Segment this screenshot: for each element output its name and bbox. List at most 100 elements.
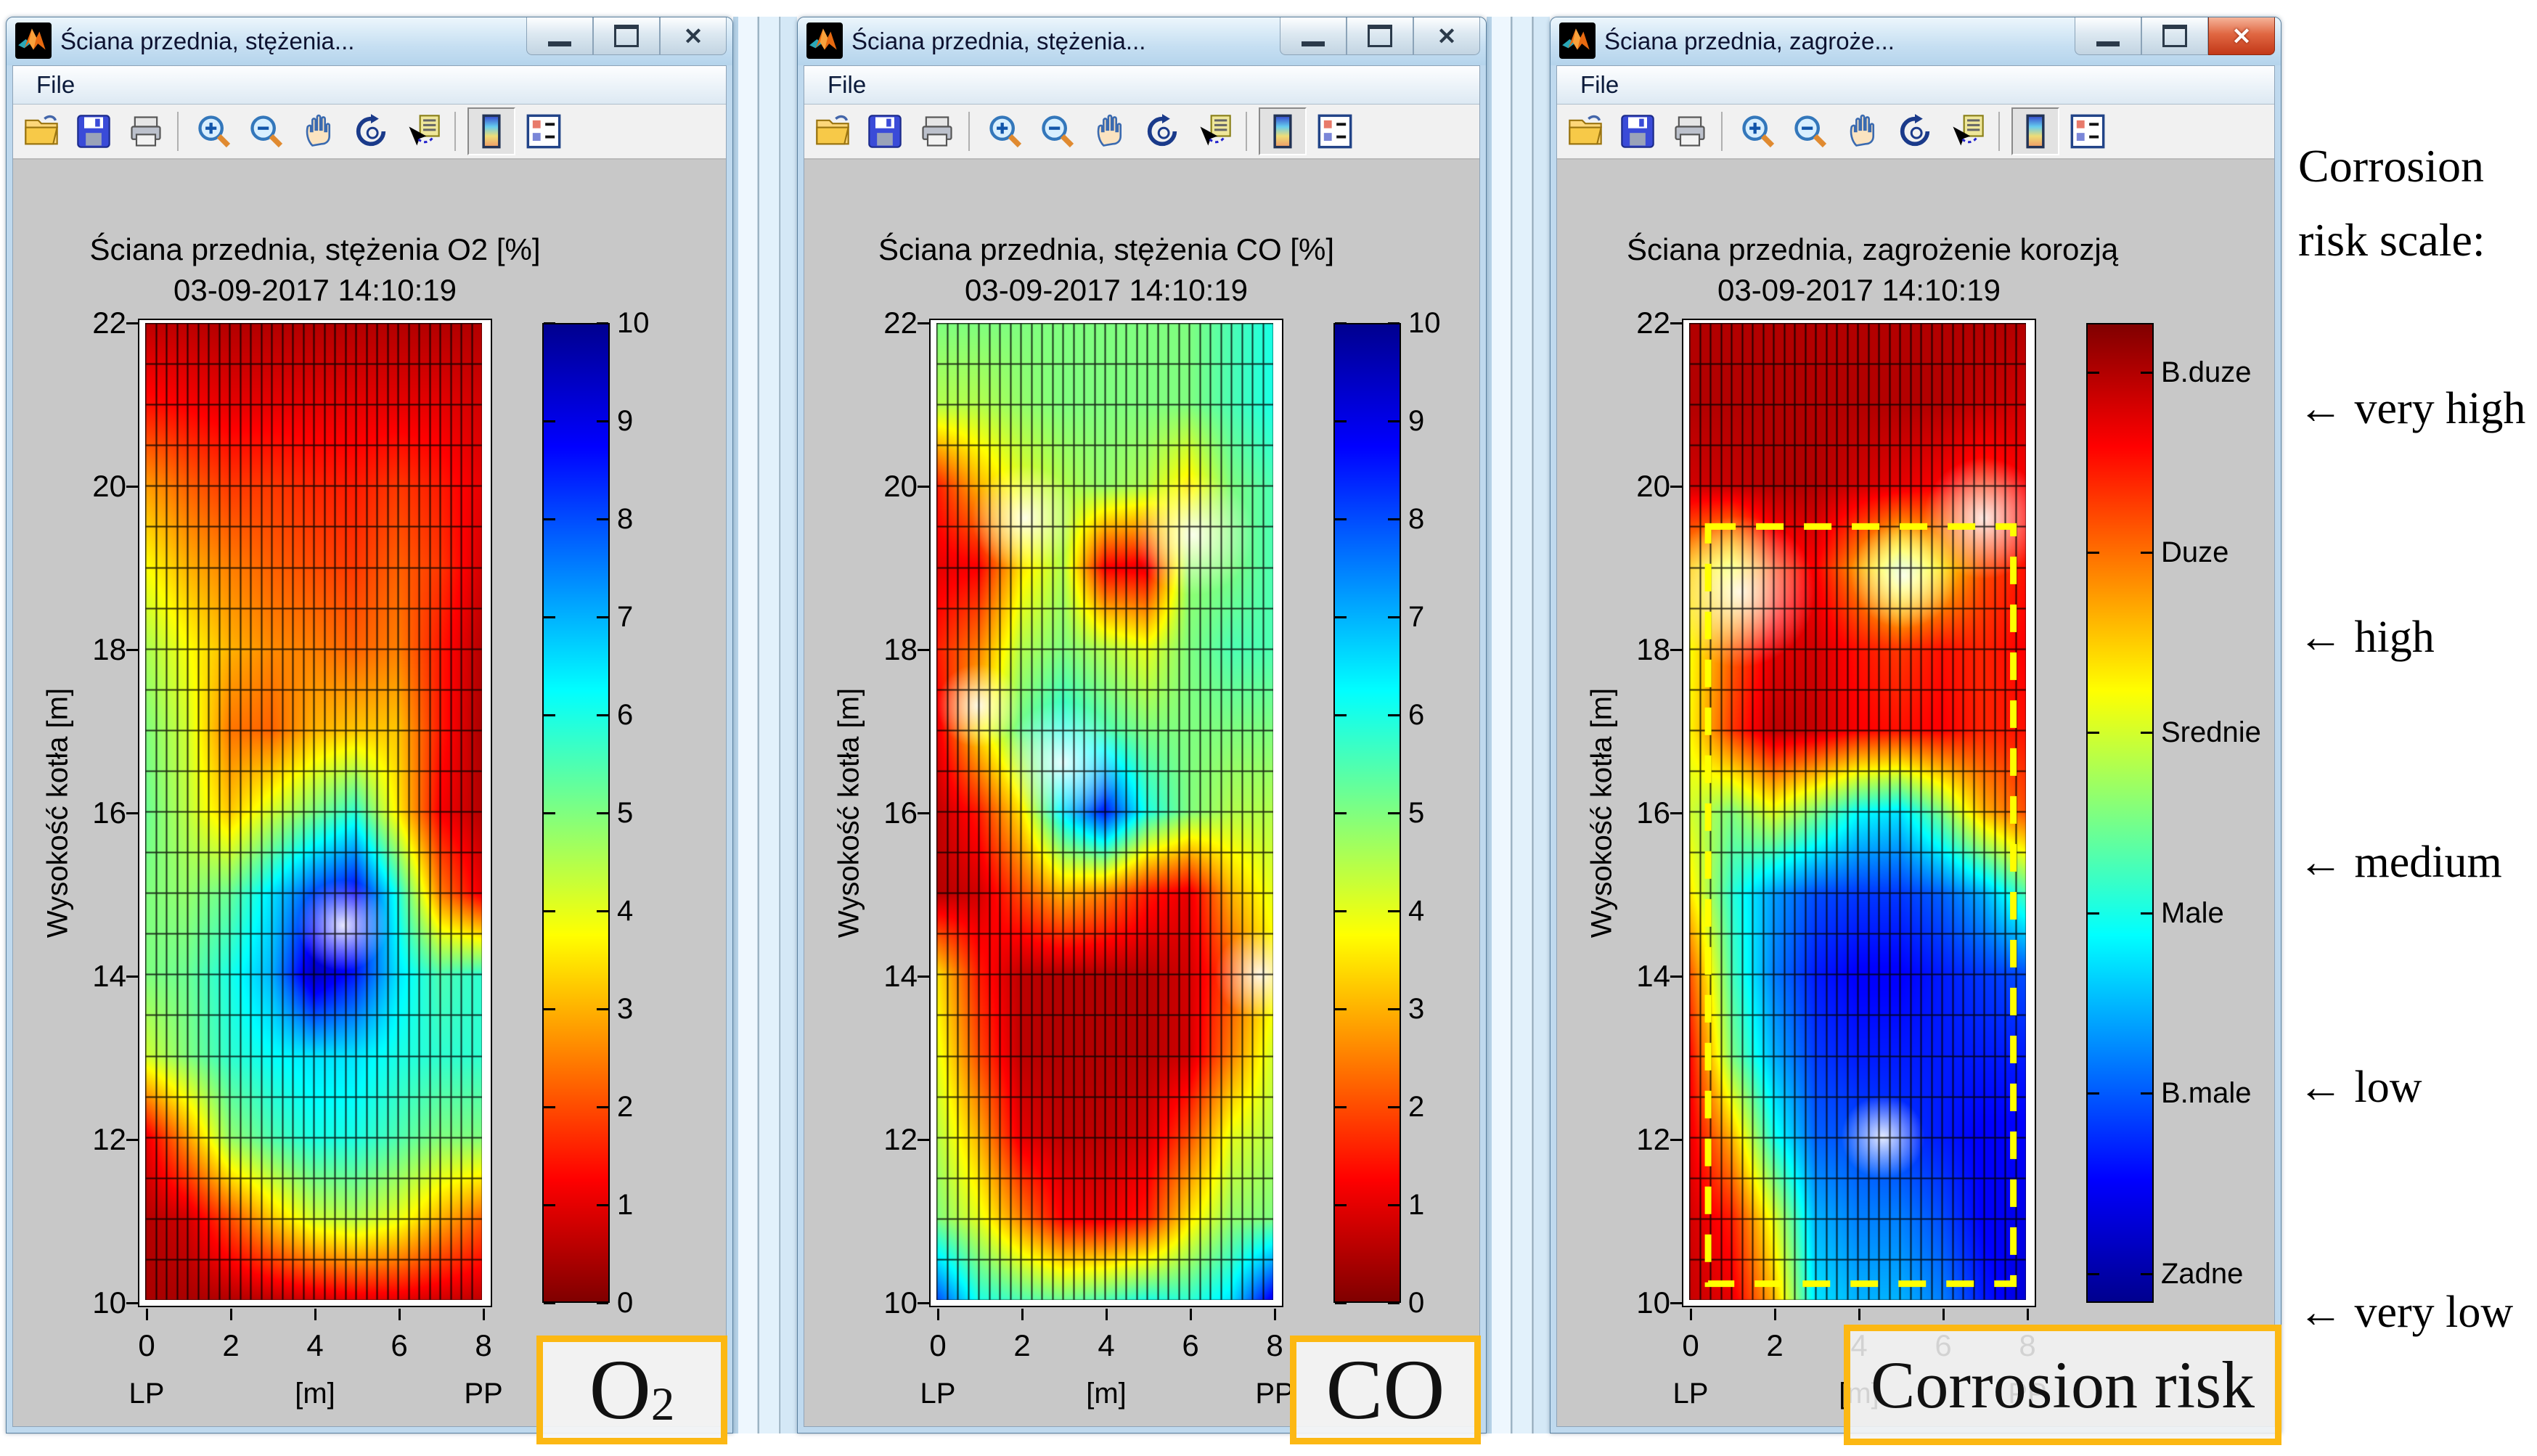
insert-colorbar-button[interactable]	[467, 107, 515, 155]
close-icon: ✕	[684, 25, 703, 48]
chemical-badge: O2	[536, 1336, 727, 1444]
y-tick-mark	[126, 1302, 138, 1304]
zoom-out-button[interactable]	[1786, 107, 1834, 155]
y-tick-label: 14	[28, 957, 126, 995]
zoom-out-button[interactable]	[1034, 107, 1082, 155]
menu-item-file[interactable]: File	[1573, 70, 1626, 100]
plot-datetime: 03-09-2017 14:10:19	[83, 273, 547, 308]
colorbar-tick-mark	[1335, 322, 1347, 324]
colorbar-tick-mark	[544, 1106, 555, 1108]
colorbar-tick-mark	[544, 1204, 555, 1206]
open-button[interactable]	[1561, 107, 1609, 155]
window-client-area: File	[804, 65, 1480, 1427]
minimize-button[interactable]	[2075, 17, 2141, 55]
insert-legend-button[interactable]	[1311, 107, 1359, 155]
y-tick-label: 16	[28, 794, 126, 832]
rotate-3d-button[interactable]	[1891, 107, 1939, 155]
colorbar-tick-mark	[544, 1302, 555, 1304]
data-cursor-icon	[404, 113, 442, 150]
colorbar-tick-label: 6	[1408, 696, 1539, 734]
hand-pan-icon	[300, 113, 338, 150]
minimize-button[interactable]	[526, 17, 593, 55]
zoom-out-icon	[1792, 113, 1829, 150]
toolbar-separator	[177, 112, 179, 151]
rotate-3d-button[interactable]	[347, 107, 395, 155]
zoom-in-button[interactable]	[190, 107, 238, 155]
x-axis-right-end-label: PP	[440, 1378, 527, 1410]
titlebar[interactable]: Ściana przednia, stężenia... ✕	[7, 17, 732, 65]
window-title: Ściana przednia, stężenia...	[851, 28, 1145, 55]
print-button[interactable]	[1666, 107, 1714, 155]
minimize-button[interactable]	[1280, 17, 1347, 55]
colorbar-tick-label: Male	[2161, 894, 2292, 932]
data-cursor-button[interactable]	[1943, 107, 1991, 155]
maximize-button[interactable]	[593, 17, 660, 55]
open-button[interactable]	[809, 107, 857, 155]
pan-button[interactable]	[1839, 107, 1887, 155]
save-floppy-icon	[75, 113, 113, 150]
titlebar[interactable]: Ściana przednia, zagroże... ✕	[1551, 17, 2281, 65]
titlebar[interactable]: Ściana przednia, stężenia... ✕	[798, 17, 1486, 65]
zoom-out-button[interactable]	[242, 107, 290, 155]
y-tick-label: 10	[819, 1284, 918, 1322]
print-button[interactable]	[913, 107, 961, 155]
save-button[interactable]	[861, 107, 909, 155]
zoom-in-button[interactable]	[981, 107, 1029, 155]
pan-button[interactable]	[295, 107, 343, 155]
rotate-3d-button[interactable]	[1138, 107, 1186, 155]
y-tick-label: 12	[28, 1121, 126, 1158]
close-button[interactable]: ✕	[660, 17, 727, 55]
colorbar-tick-label: 6	[617, 696, 748, 734]
close-button[interactable]: ✕	[1413, 17, 1480, 55]
colorbar-tick-mark	[597, 616, 608, 618]
x-tick-label: 4	[1077, 1327, 1135, 1365]
rotate-3d-icon	[1143, 113, 1181, 150]
colorbar-tick-label: B.duze	[2161, 353, 2292, 391]
save-button[interactable]	[1614, 107, 1662, 155]
plot-title: Ściana przednia, stężenia O2 [%]	[83, 232, 547, 267]
data-cursor-button[interactable]	[399, 107, 447, 155]
y-tick-label: 12	[1572, 1121, 1670, 1158]
save-floppy-icon	[866, 113, 904, 150]
save-button[interactable]	[70, 107, 118, 155]
open-button[interactable]	[17, 107, 65, 155]
colorbar-tick-mark	[2141, 1092, 2152, 1095]
print-button[interactable]	[122, 107, 170, 155]
maximize-button[interactable]	[2141, 17, 2208, 55]
colorbar-tick-label: 9	[617, 402, 748, 440]
insert-legend-button[interactable]	[2064, 107, 2112, 155]
y-tick-label: 20	[1572, 467, 1670, 505]
x-tick-label: 2	[993, 1327, 1051, 1365]
y-tick-mark	[918, 649, 929, 651]
close-button[interactable]: ✕	[2208, 17, 2275, 55]
insert-colorbar-button[interactable]	[1259, 107, 1307, 155]
heatmap-canvas[interactable]	[936, 323, 1273, 1300]
maximize-button[interactable]	[1347, 17, 1413, 55]
insert-colorbar-icon	[473, 113, 510, 150]
data-cursor-button[interactable]	[1190, 107, 1238, 155]
y-tick-mark	[918, 322, 929, 324]
pan-button[interactable]	[1086, 107, 1134, 155]
y-tick-mark	[1670, 486, 1682, 488]
heatmap-canvas[interactable]	[145, 323, 482, 1300]
colorbar-tick-label: 9	[1408, 402, 1539, 440]
x-tick-label: 8	[454, 1327, 512, 1365]
rotate-3d-icon	[352, 113, 390, 150]
y-tick-mark	[126, 812, 138, 814]
y-tick-mark	[918, 812, 929, 814]
corrosion-scale-annotation-panel: Corrosion risk scale: ← very high← high←…	[2292, 0, 2537, 1456]
menubar: File	[13, 66, 726, 105]
colorbar-tick-mark	[1388, 910, 1400, 912]
menu-item-file[interactable]: File	[29, 70, 82, 100]
x-tick-mark	[1274, 1309, 1276, 1320]
zoom-in-button[interactable]	[1734, 107, 1782, 155]
plot-datetime: 03-09-2017 14:10:19	[874, 273, 1339, 308]
insert-colorbar-button[interactable]	[2011, 107, 2059, 155]
colorbar-tick-mark	[2141, 912, 2152, 915]
matlab-figure-window-co: Ściana przednia, stężenia... ✕ File	[797, 17, 1487, 1433]
colorbar-tick-mark	[2088, 1092, 2099, 1095]
colorbar-tick-mark	[2088, 372, 2099, 374]
colorbar-tick-label: 3	[617, 990, 748, 1028]
insert-legend-button[interactable]	[520, 107, 568, 155]
menu-item-file[interactable]: File	[820, 70, 873, 100]
